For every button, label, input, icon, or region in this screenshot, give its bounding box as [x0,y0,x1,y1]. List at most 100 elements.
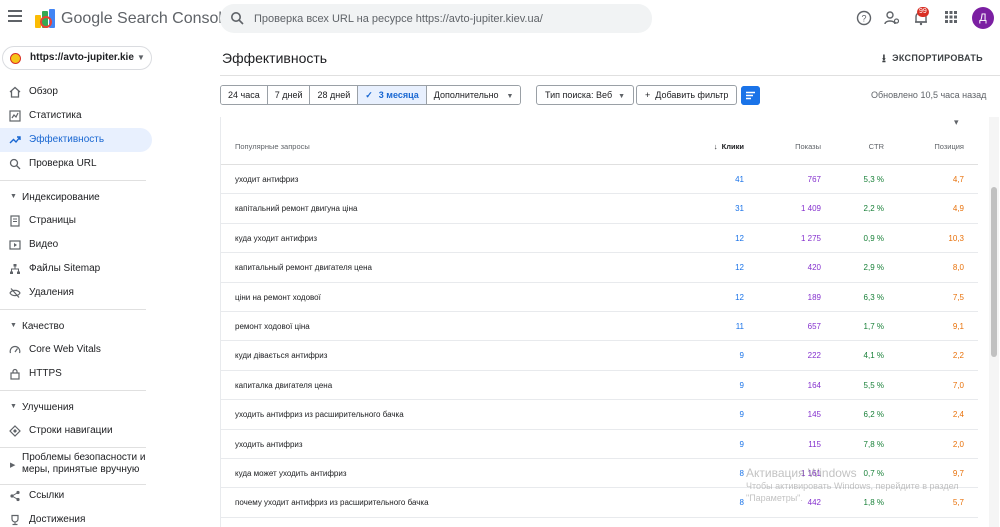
table-row[interactable]: куди дівається антифриз 9 222 4,1 % 2,2 [221,341,978,371]
header-position[interactable]: Позиция [934,142,964,151]
table-row[interactable]: ремонт ходової ціна 11 657 1,7 % 9,1 [221,312,978,342]
apps-grid-icon[interactable] [944,10,958,24]
date-chip-28d[interactable]: 28 дней [310,86,359,104]
query-cell: куда может уходить антифриз [235,468,347,478]
scrollbar-thumb[interactable] [991,187,997,357]
impressions-cell: 657 [807,321,821,331]
help-icon[interactable]: ? [856,10,872,26]
sidebar-item-https[interactable]: HTTPS [0,362,152,386]
main-content: Эффективность ⭳ ЭКСПОРТИРОВАТЬ 24 часа 7 … [160,38,1000,527]
impressions-cell: 442 [807,498,821,508]
sidebar-divider [0,309,146,310]
clicks-cell: 9 [739,410,744,420]
section-indexing[interactable]: ▼ Индексирование [0,187,152,207]
header-ctr[interactable]: CTR [869,142,884,151]
filter-settings-icon[interactable] [741,86,760,105]
date-chip-24h[interactable]: 24 часа [221,86,268,104]
sidebar-item-achievements[interactable]: Достижения [0,508,152,527]
section-security[interactable]: ▶ Проблемы безопасности и меры, принятые… [0,452,152,480]
query-cell: почему уходит антифриз из расширительног… [235,498,429,508]
search-type-filter[interactable]: Тип поиска: Веб ▼ [536,85,635,105]
table-row[interactable]: ціни на ремонт ходової 12 189 6,3 % 7,5 [221,283,978,312]
chevron-down-icon: ▼ [618,93,626,100]
table-row[interactable]: почему уходит антифриз из расширительног… [221,488,978,518]
add-filter-label: Добавить фильтр [655,90,729,100]
section-quality[interactable]: ▼ Качество [0,316,152,336]
lock-icon [10,368,20,380]
table-header: Популярные запросы ↓ Клики Показы CTR Поз… [221,127,978,165]
ctr-cell: 0,7 % [863,468,884,478]
query-cell: куда уходит антифриз [235,233,318,243]
clicks-cell: 9 [739,380,744,390]
manage-users-icon[interactable] [884,10,900,26]
avatar[interactable]: Д [972,7,994,29]
table-row[interactable]: куда уходит антифриз 12 1 275 0,9 % 10,3 [221,224,978,254]
date-chip-7d[interactable]: 7 дней [267,86,311,104]
add-filter-button[interactable]: + Добавить фильтр [636,85,738,105]
sidebar-item-breadcrumbs[interactable]: Строки навигации [0,419,152,443]
last-updated-text: Обновлено 10,5 часа назад [871,90,987,100]
ctr-cell: 7,8 % [863,439,884,449]
property-selector[interactable]: https://avto-jupiter.kiev.ua/ ▼ [2,46,152,70]
clicks-cell: 12 [735,292,744,302]
pages-icon [10,215,20,227]
url-inspection-search[interactable] [220,4,652,33]
section-label: Проблемы безопасности и меры, принятые в… [22,452,146,475]
table-row[interactable]: уходит антифриз 41 767 5,3 % 4,7 [221,165,978,195]
sidebar-item-label: Строки навигации [29,425,113,436]
chevron-down-icon: ▼ [506,93,514,100]
sidebar: https://avto-jupiter.kiev.ua/ ▼ Обзор Ст… [0,38,160,527]
sidebar-item-sitemaps[interactable]: Файлы Sitemap [0,257,152,281]
section-label: Индексирование [22,192,100,203]
header-clicks[interactable]: ↓ Клики [714,142,744,151]
page-title: Эффективность [222,50,328,66]
check-icon: ✓ [365,90,373,100]
header-impressions[interactable]: Показы [795,142,821,151]
sidebar-item-removals[interactable]: Удаления [0,281,152,305]
table-row[interactable]: капитальный ремонт двигателя цена 12 420 2,… [221,253,978,283]
search-console-logo[interactable] [33,9,57,29]
clicks-cell: 9 [739,439,744,449]
sidebar-item-video[interactable]: Видео [0,233,152,257]
date-chip-3m[interactable]: ✓ 3 месяца [358,86,427,104]
date-chip-label: Дополнительно [433,90,499,100]
section-enhancements[interactable]: ▼ Улучшения [0,397,152,417]
clicks-cell: 9 [739,351,744,361]
header-clicks-label: Клики [721,142,744,151]
position-cell: 5,7 [952,498,964,508]
sidebar-item-performance[interactable]: Эффективность [0,128,152,152]
table-row[interactable]: капиталка двигателя цена 9 164 5,5 % 7,0 [221,371,978,401]
main-menu-icon[interactable] [8,10,22,24]
table-row[interactable]: капітальний ремонт двигуна ціна 31 1 409 2,… [221,194,978,224]
scrollbar[interactable] [989,117,999,527]
sidebar-item-core-web-vitals[interactable]: Core Web Vitals [0,338,152,362]
sidebar-item-overview[interactable]: Обзор [0,80,152,104]
clicks-cell: 8 [739,498,744,508]
query-cell: уходит антифриз [235,175,299,184]
table-row[interactable]: куда может уходить антифриз 8 1 161 0,7 % 9,… [221,459,978,489]
impressions-cell: 420 [807,263,821,273]
export-button[interactable]: ⭳ ЭКСПОРТИРОВАТЬ [882,50,983,69]
search-input[interactable] [254,4,644,33]
query-cell: куди дівається антифриз [235,351,328,361]
header-query[interactable]: Популярные запросы [235,142,310,151]
sidebar-item-links[interactable]: Ссылки [0,484,152,508]
table-row[interactable]: уходить антифриз из расширительного бачк… [221,400,978,430]
date-chip-more[interactable]: Дополнительно ▼ [426,86,521,104]
impressions-cell: 145 [807,410,821,420]
sidebar-item-label: Видео [29,239,59,250]
property-url: https://avto-jupiter.kiev.ua/ [30,52,134,63]
sidebar-item-stats[interactable]: Статистика [0,104,152,128]
query-cell: капитальный ремонт двигателя цена [235,263,372,273]
position-cell: 4,7 [952,175,964,184]
query-cell: капітальний ремонт двигуна ціна [235,204,358,214]
impressions-cell: 164 [807,380,821,390]
table-row[interactable]: уходить антифриз 9 115 7,8 % 2,0 [221,430,978,459]
sidebar-item-url-inspection[interactable]: Проверка URL [0,152,152,176]
ctr-cell: 6,2 % [863,410,884,420]
caret-right-icon: ▶ [10,462,16,469]
sidebar-item-label: HTTPS [29,368,62,379]
app-title: Google Search Console [61,10,231,27]
ctr-cell: 0,9 % [863,233,884,243]
sidebar-item-pages[interactable]: Страницы [0,209,152,233]
